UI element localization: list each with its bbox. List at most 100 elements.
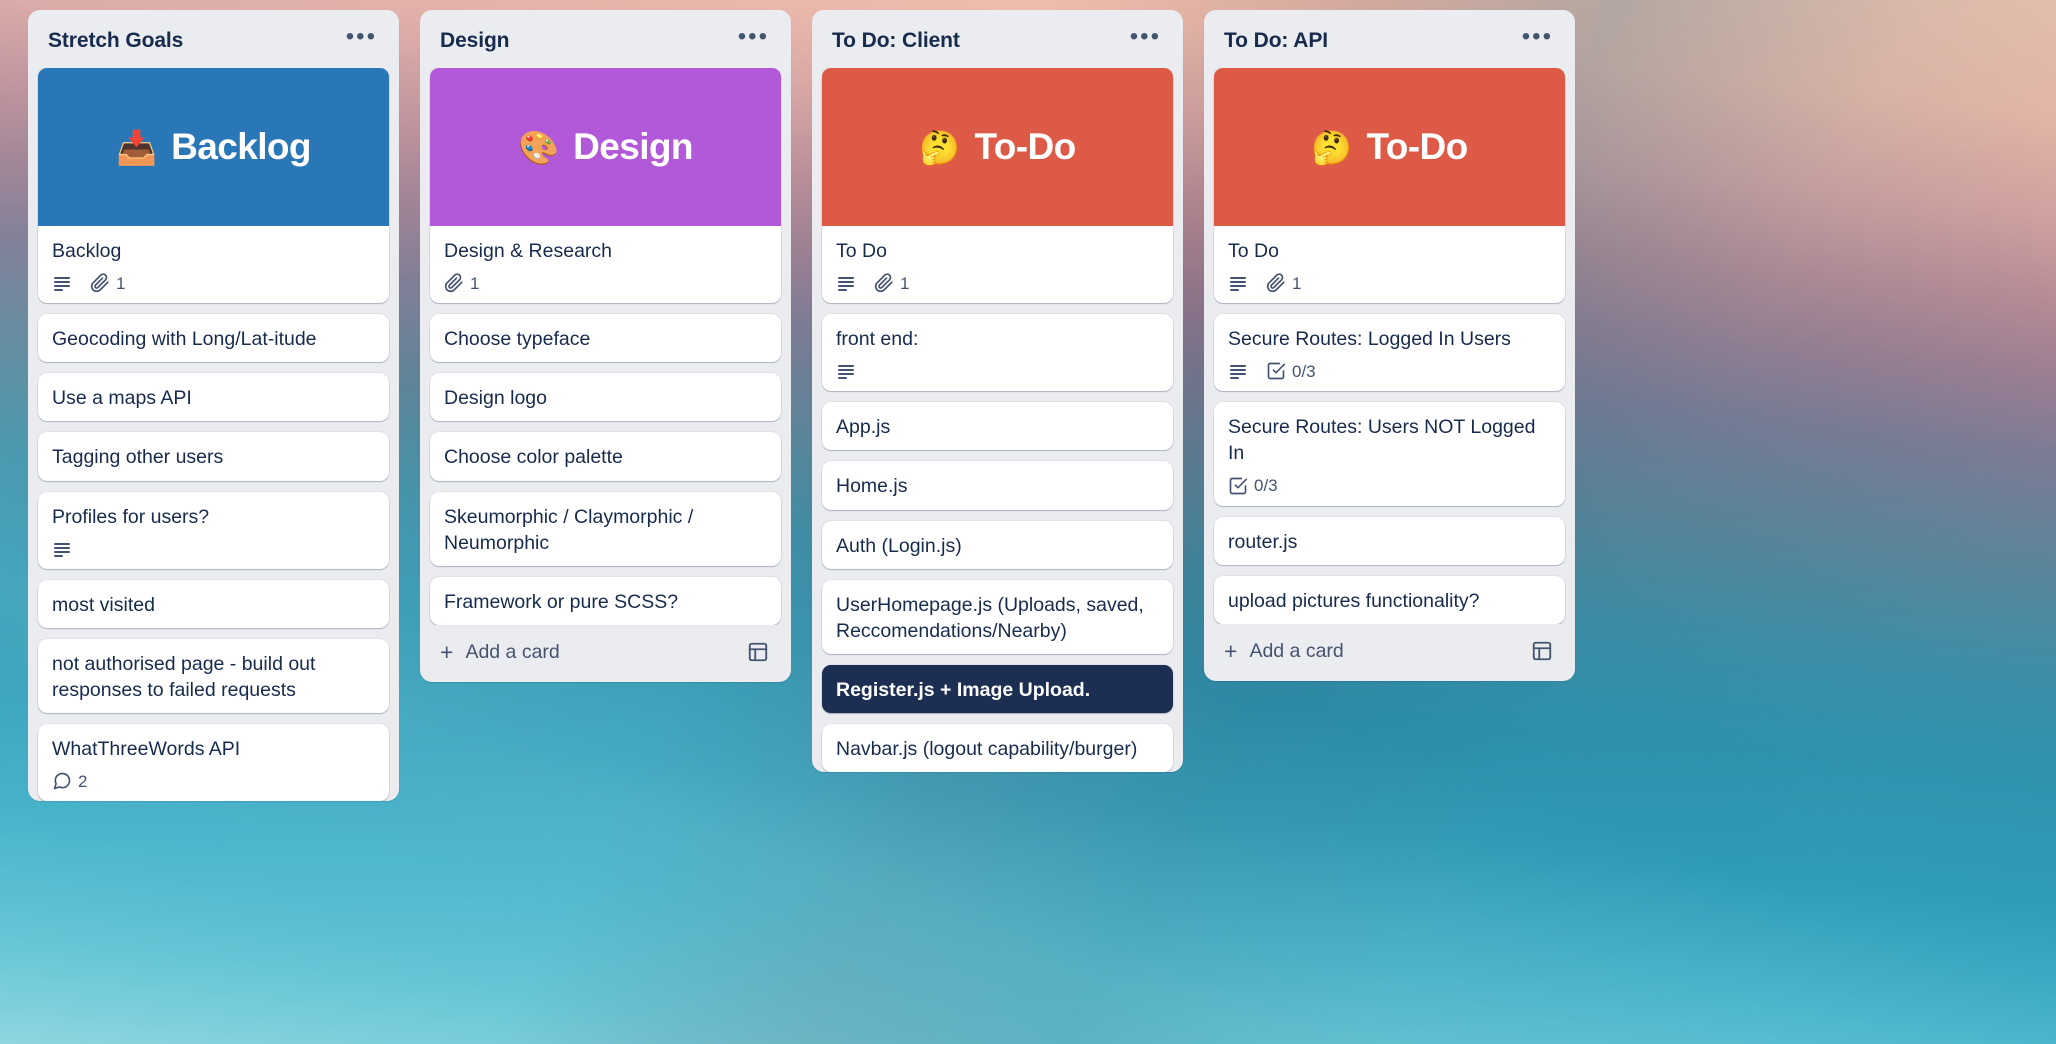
ellipsis-icon[interactable]: ••• xyxy=(732,25,775,54)
badge-value: 1 xyxy=(470,273,480,293)
add-card-row[interactable]: + Add a card xyxy=(1212,624,1567,681)
card[interactable]: most visited xyxy=(38,579,389,628)
card-cover-title: Design xyxy=(573,126,693,167)
list-title[interactable]: To Do: API xyxy=(1224,29,1328,53)
card-title: Secure Routes: Logged In Users xyxy=(1228,328,1511,351)
badge-value: 0/3 xyxy=(1254,476,1278,495)
card[interactable]: App.js xyxy=(822,402,1173,451)
card[interactable]: UserHomepage.js (Uploads, saved, Reccome… xyxy=(822,579,1173,654)
card[interactable]: Secure Routes: Logged In Users 0/3 xyxy=(1214,314,1565,392)
card-body: To Do 1 xyxy=(822,226,1173,303)
card-badges: 1 xyxy=(836,273,1159,293)
card-body: Navbar.js (logout capability/burger) xyxy=(822,724,1173,772)
card-body: App.js xyxy=(822,402,1173,450)
card[interactable]: Secure Routes: Users NOT Logged In 0/3 xyxy=(1214,402,1565,506)
list-column: Stretch Goals ••• 📥 Backlog Backlog 1 Geocodin… xyxy=(28,10,399,802)
card[interactable]: router.js xyxy=(1214,516,1565,565)
card-body: Secure Routes: Logged In Users 0/3 xyxy=(1214,314,1565,391)
card-title: Home.js xyxy=(836,475,908,498)
paperclip-icon xyxy=(874,273,894,293)
list-column: To Do: Client ••• 🤔 To-Do To Do 1 front end: Ap… xyxy=(812,10,1183,773)
card-body: front end: xyxy=(822,314,1173,391)
list-header: Design ••• xyxy=(428,18,783,68)
card-title: upload pictures functionality? xyxy=(1228,589,1480,612)
add-card-button[interactable]: + Add a card xyxy=(1224,639,1344,663)
card-title: Auth (Login.js) xyxy=(836,534,962,557)
list-title[interactable]: Stretch Goals xyxy=(48,29,183,53)
card-title: To Do xyxy=(836,240,887,262)
card[interactable]: Register.js + Image Upload. xyxy=(822,664,1173,713)
card-title: UserHomepage.js (Uploads, saved, Reccome… xyxy=(836,593,1144,642)
badge-description xyxy=(836,273,856,293)
card-title: Navbar.js (logout capability/burger) xyxy=(836,738,1138,760)
card[interactable]: Navbar.js (logout capability/burger) xyxy=(822,724,1173,773)
thinking-face-emoji: 🤔 xyxy=(1311,128,1353,166)
card-badges: 0/3 xyxy=(1228,476,1551,496)
card-title: Framework or pure SCSS? xyxy=(444,590,679,613)
add-card-label: Add a card xyxy=(1249,639,1344,662)
card-body: Choose color palette xyxy=(430,432,781,480)
card-title: Tagging other users xyxy=(52,446,224,469)
list-column: To Do: API ••• 🤔 To-Do To Do 1 Secure Routes: … xyxy=(1204,10,1575,681)
card[interactable]: Framework or pure SCSS? xyxy=(430,576,781,625)
card[interactable]: front end: xyxy=(822,314,1173,392)
description-icon xyxy=(1228,361,1248,381)
description-icon xyxy=(836,361,856,381)
badge-checklist: 0/3 xyxy=(1266,361,1316,381)
list-title[interactable]: To Do: Client xyxy=(832,29,960,53)
card[interactable]: Geocoding with Long/Lat-itude xyxy=(38,314,389,363)
card-body: Backlog 1 xyxy=(38,226,389,303)
badge-comments: 2 xyxy=(52,771,87,791)
card-title: Secure Routes: Users NOT Logged In xyxy=(1228,416,1536,465)
ellipsis-icon[interactable]: ••• xyxy=(1516,25,1559,54)
add-card-row[interactable]: + Add a card xyxy=(428,625,783,682)
card-body: WhatThreeWords API 2 xyxy=(38,724,389,801)
card[interactable]: Tagging other users xyxy=(38,432,389,481)
add-card-button[interactable]: + Add a card xyxy=(440,638,560,665)
badge-description xyxy=(1228,273,1248,293)
card[interactable]: Use a maps API xyxy=(38,373,389,422)
list-title[interactable]: Design xyxy=(440,29,510,53)
card-list: 🎨 Design Design & Research 1 Choose typeface… xyxy=(428,68,783,625)
card-template-icon[interactable] xyxy=(1531,640,1553,662)
card-badges: 1 xyxy=(444,273,767,293)
card-cover-title: To-Do xyxy=(974,126,1076,167)
inbox-tray-emoji: 📥 xyxy=(116,128,158,166)
list-column: Design ••• 🎨 Design Design & Research 1 Choose… xyxy=(420,10,791,682)
card[interactable]: Design logo xyxy=(430,373,781,422)
card[interactable]: not authorised page - build out response… xyxy=(38,638,389,713)
card[interactable]: 🎨 Design Design & Research 1 xyxy=(430,68,781,304)
card-list: 🤔 To-Do To Do 1 front end: App.js Home.js Auth … xyxy=(820,68,1175,773)
card-body: Design & Research 1 xyxy=(430,226,781,303)
card-title: router.js xyxy=(1228,530,1298,553)
card[interactable]: Skeumorphic / Claymorphic / Neumorphic xyxy=(430,491,781,566)
description-icon xyxy=(1228,273,1248,293)
card[interactable]: Choose typeface xyxy=(430,314,781,363)
card[interactable]: Home.js xyxy=(822,461,1173,510)
card[interactable]: 📥 Backlog Backlog 1 xyxy=(38,68,389,304)
card[interactable]: Auth (Login.js) xyxy=(822,520,1173,569)
ellipsis-icon[interactable]: ••• xyxy=(1124,25,1167,54)
card-template-icon[interactable] xyxy=(747,641,769,663)
card-title: Choose typeface xyxy=(444,328,591,351)
badge-value: 2 xyxy=(78,771,88,791)
card-list: 🤔 To-Do To Do 1 Secure Routes: Logged In Use… xyxy=(1212,68,1567,624)
card[interactable]: 🤔 To-Do To Do 1 xyxy=(1214,68,1565,304)
card-badges: 1 xyxy=(1228,273,1551,293)
card-badges: 2 xyxy=(52,771,375,791)
board: Stretch Goals ••• 📥 Backlog Backlog 1 Geocodin… xyxy=(0,0,2056,1044)
card[interactable]: Profiles for users? xyxy=(38,491,389,569)
card-body: Auth (Login.js) xyxy=(822,521,1173,569)
ellipsis-icon[interactable]: ••• xyxy=(340,25,383,54)
card[interactable]: upload pictures functionality? xyxy=(1214,575,1565,624)
card[interactable]: 🤔 To-Do To Do 1 xyxy=(822,68,1173,304)
card-title: Design logo xyxy=(444,387,547,410)
badge-value: 0/3 xyxy=(1292,361,1316,381)
plus-icon: + xyxy=(440,638,454,665)
badge-checklist: 0/3 xyxy=(1228,476,1278,496)
card-title: Geocoding with Long/Lat-itude xyxy=(52,328,317,351)
checklist-icon xyxy=(1228,476,1248,496)
card-title: Design & Research xyxy=(444,240,612,262)
card[interactable]: WhatThreeWords API 2 xyxy=(38,724,389,802)
card[interactable]: Choose color palette xyxy=(430,432,781,481)
